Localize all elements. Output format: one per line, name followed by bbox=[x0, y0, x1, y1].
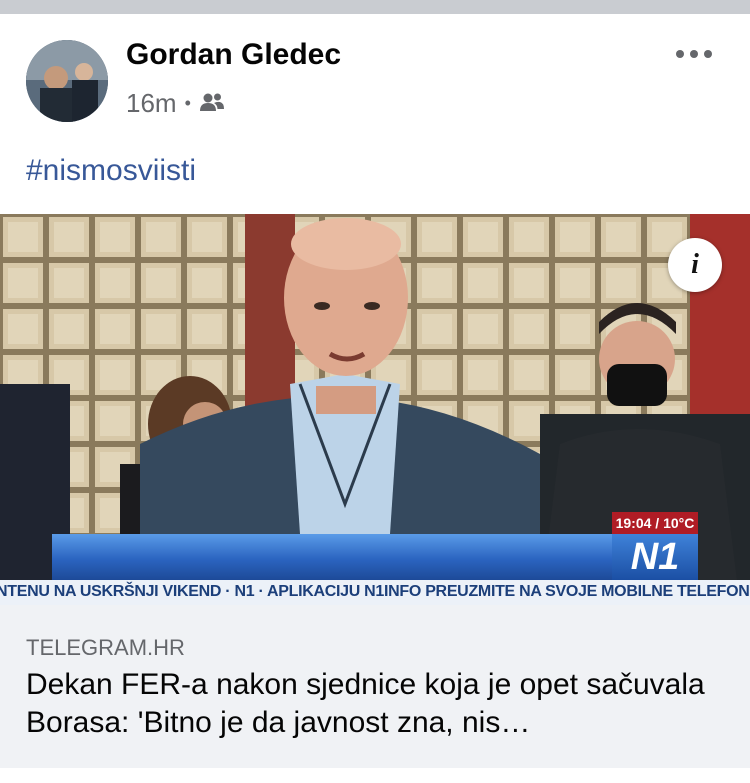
hashtag-link[interactable]: #nismosviisti bbox=[26, 154, 196, 188]
bottom-spacer bbox=[0, 768, 750, 783]
channel-logo: N1 bbox=[612, 534, 698, 580]
avatar[interactable] bbox=[26, 40, 108, 122]
link-headline[interactable]: Dekan FER-a nakon sjednice koja je opet … bbox=[26, 666, 726, 742]
friends-icon[interactable] bbox=[199, 88, 225, 119]
post-meta: 16m • bbox=[126, 88, 225, 119]
news-ticker: NTENU NA USKRŠNJI VIKEND · N1 · APLIKACI… bbox=[0, 580, 750, 605]
post-time[interactable]: 16m bbox=[126, 88, 177, 119]
ticker-text: NTENU NA USKRŠNJI VIKEND · N1 · APLIKACI… bbox=[0, 583, 750, 600]
more-options-icon[interactable] bbox=[676, 42, 712, 66]
author-name[interactable]: Gordan Gledec bbox=[126, 38, 341, 72]
link-domain: TELEGRAM.HR bbox=[26, 635, 185, 660]
dot bbox=[704, 50, 712, 58]
lower-third-bar bbox=[52, 534, 612, 580]
dot bbox=[676, 50, 684, 58]
time-temperature-label: 19:04 / 10°C bbox=[612, 512, 698, 534]
dot bbox=[690, 50, 698, 58]
info-button[interactable]: i bbox=[668, 238, 722, 292]
top-separator bbox=[0, 0, 750, 14]
meta-separator: • bbox=[184, 93, 191, 113]
